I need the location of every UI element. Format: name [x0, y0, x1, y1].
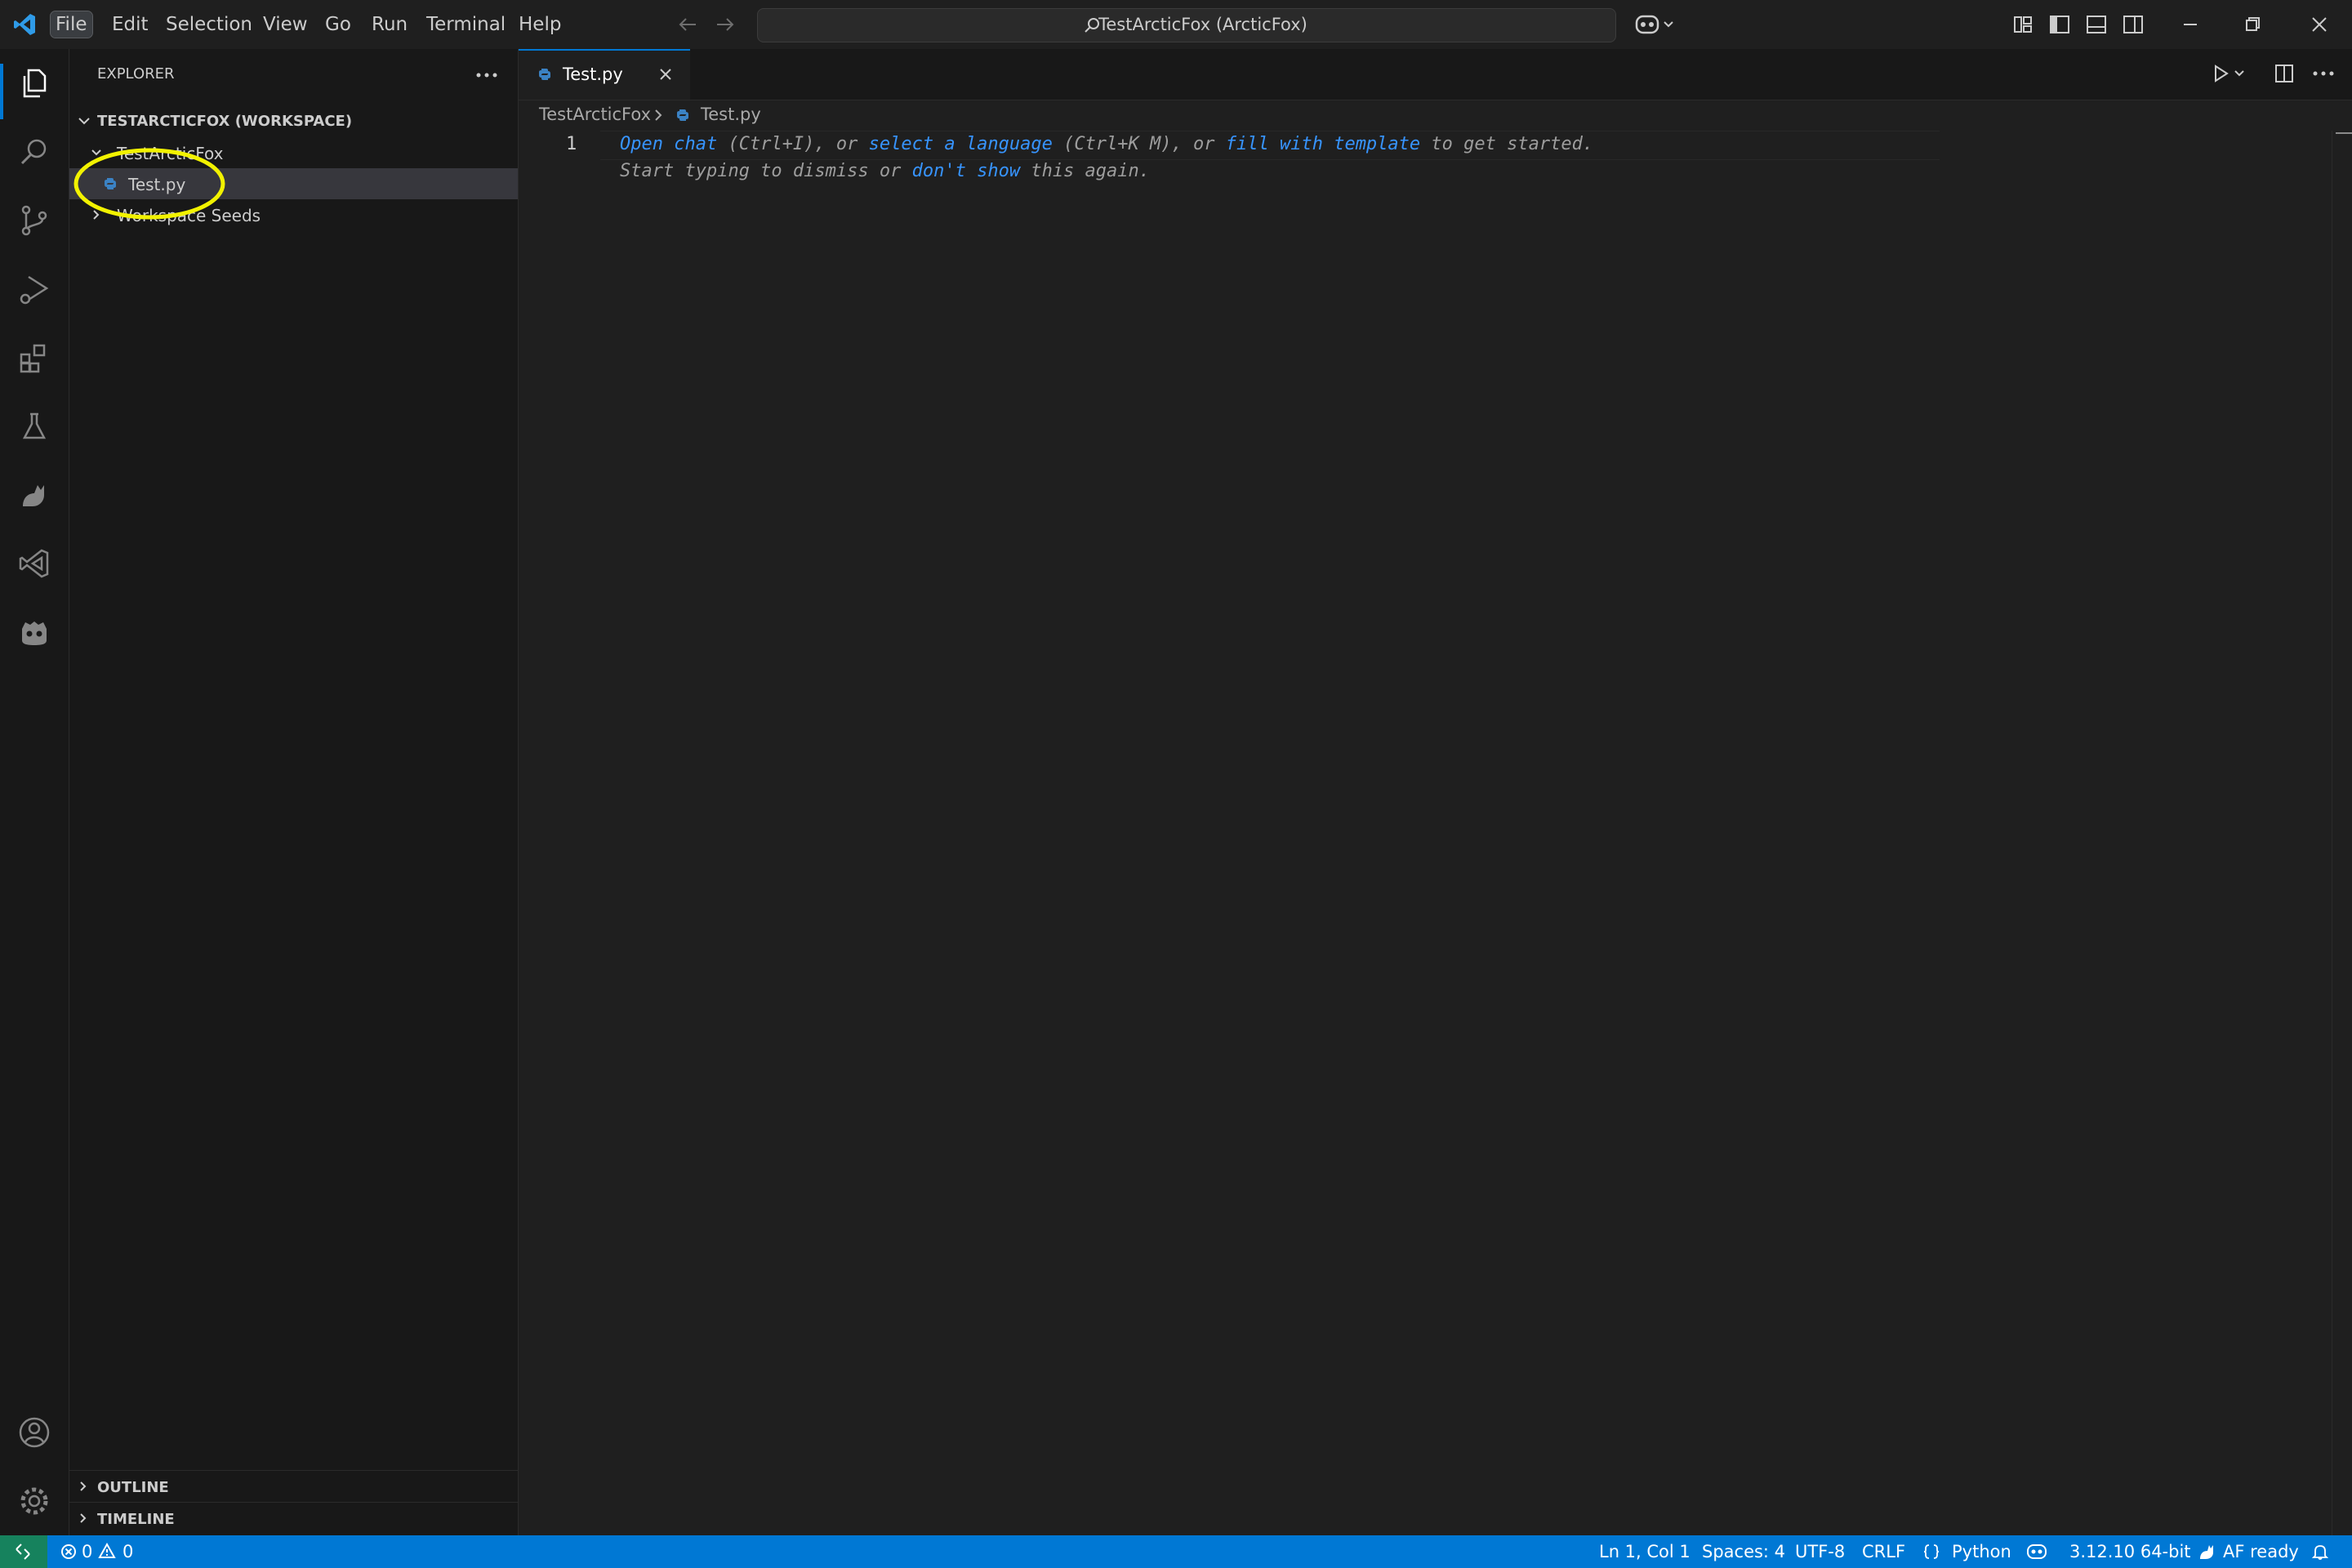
- menu-file[interactable]: File: [50, 11, 93, 38]
- title-bar: File Edit Selection View Go Run Terminal…: [0, 0, 2352, 50]
- split-editor-icon[interactable]: [2273, 62, 2296, 85]
- menu-go[interactable]: Go: [320, 11, 356, 38]
- hint-text: (Ctrl+K M), or: [1052, 134, 1226, 154]
- arcticfox-status-icon: [2200, 1545, 2213, 1559]
- run-and-debug-icon[interactable]: [15, 270, 54, 309]
- cursor-position[interactable]: Ln 1, Col 1: [1599, 1542, 1690, 1561]
- close-icon[interactable]: [657, 66, 674, 82]
- braces-icon: [1923, 1544, 1940, 1559]
- timeline-title: TIMELINE: [97, 1511, 175, 1528]
- copilot-status-icon[interactable]: [2025, 1542, 2048, 1561]
- warning-count: 0: [122, 1542, 134, 1561]
- toggle-primary-sidebar-icon[interactable]: [2045, 10, 2074, 39]
- hint-text: to get started.: [1420, 134, 1594, 154]
- hint-text: this again.: [1020, 161, 1151, 181]
- breadcrumb-folder[interactable]: TestArcticFox: [539, 105, 651, 124]
- activity-bar: [0, 49, 69, 1535]
- language-mode[interactable]: Python: [1952, 1542, 2011, 1561]
- godot-icon[interactable]: [15, 612, 54, 652]
- menu-terminal[interactable]: Terminal: [421, 11, 510, 38]
- empty-editor-hint-line1: Open chat (Ctrl+I), or select a language…: [620, 134, 1593, 154]
- hint-text: Start typing to dismiss or: [620, 161, 912, 181]
- explorer-sidebar: EXPLORER TESTARCTICFOX (WORKSPACE) TestA…: [69, 49, 519, 1535]
- explorer-title: EXPLORER: [97, 65, 175, 82]
- open-chat-link[interactable]: Open chat: [620, 134, 717, 154]
- line-ending[interactable]: CRLF: [1862, 1542, 1905, 1561]
- command-center-label: TestArcticFox (ArcticFox): [1098, 15, 1307, 34]
- warning-icon: [98, 1543, 116, 1558]
- menu-view[interactable]: View: [258, 11, 313, 38]
- menu-edit[interactable]: Edit: [107, 11, 154, 38]
- chevron-right-icon: [80, 1513, 87, 1523]
- highlight-circle-annotation: [74, 148, 225, 220]
- back-arrow-icon[interactable]: [676, 15, 699, 34]
- explorer-icon[interactable]: [15, 64, 54, 103]
- remote-icon: [16, 1544, 30, 1560]
- settings-gear-icon[interactable]: [15, 1481, 54, 1521]
- select-language-link[interactable]: select a language: [869, 134, 1053, 154]
- minimize-icon[interactable]: [2176, 10, 2205, 39]
- af-status[interactable]: AF ready: [2223, 1542, 2299, 1561]
- close-window-icon[interactable]: [2305, 10, 2334, 39]
- search-icon[interactable]: [15, 132, 54, 172]
- workspace-header[interactable]: TESTARCTICFOX (WORKSPACE): [69, 106, 518, 136]
- python-file-icon: [539, 69, 550, 80]
- extensions-icon[interactable]: [15, 338, 54, 377]
- breadcrumb-file[interactable]: Test.py: [701, 105, 761, 124]
- chevron-right-icon: [655, 109, 662, 121]
- cursor-position-marker: [2336, 132, 2352, 134]
- vscode-logo-icon: [14, 14, 35, 35]
- timeline-section-header[interactable]: TIMELINE: [69, 1502, 518, 1534]
- hint-text: (Ctrl+I), or: [717, 134, 869, 154]
- dont-show-link[interactable]: don't show: [912, 161, 1020, 181]
- command-center[interactable]: TestArcticFox (ArcticFox): [757, 8, 1616, 42]
- status-bar: 0 0 Ln 1, Col 1 Spaces: 4 UTF-8 CRLF Pyt…: [0, 1535, 2352, 1568]
- restore-icon[interactable]: [2238, 10, 2267, 39]
- customize-layout-icon[interactable]: [2008, 10, 2038, 39]
- arcticfox-icon[interactable]: [15, 475, 54, 514]
- editor-area[interactable]: 1 Open chat (Ctrl+I), or select a langua…: [519, 131, 2352, 1535]
- run-python-file-icon[interactable]: [2209, 62, 2250, 85]
- workspace-title: TESTARCTICFOX (WORKSPACE): [97, 113, 353, 130]
- encoding[interactable]: UTF-8: [1795, 1542, 1845, 1561]
- toggle-secondary-sidebar-icon[interactable]: [2118, 10, 2148, 39]
- active-view-indicator: [0, 64, 3, 119]
- source-control-icon[interactable]: [15, 201, 54, 240]
- tab-test-py[interactable]: Test.py: [519, 49, 690, 100]
- chevron-right-icon: [80, 1481, 87, 1491]
- more-actions-icon[interactable]: [2310, 67, 2336, 80]
- error-icon: [61, 1544, 76, 1559]
- fill-template-link[interactable]: fill with template: [1226, 134, 1420, 154]
- editor-scrollbar[interactable]: [2332, 131, 2352, 1535]
- tab-label: Test.py: [563, 65, 623, 84]
- account-icon[interactable]: [15, 1413, 54, 1452]
- error-count: 0: [82, 1542, 93, 1561]
- outline-title: OUTLINE: [97, 1479, 169, 1496]
- editor-tab-bar: Test.py: [519, 49, 2352, 100]
- problems-indicator[interactable]: 0 0: [57, 1535, 147, 1568]
- chevron-down-icon: [78, 118, 90, 125]
- python-file-icon: [677, 109, 688, 121]
- line-number: 1: [566, 134, 577, 154]
- copilot-icon[interactable]: [1633, 11, 1679, 38]
- menu-help[interactable]: Help: [514, 11, 566, 38]
- forward-arrow-icon[interactable]: [714, 15, 737, 34]
- toggle-panel-icon[interactable]: [2082, 10, 2111, 39]
- visual-studio-icon[interactable]: [15, 544, 54, 583]
- menu-run[interactable]: Run: [367, 11, 412, 38]
- remote-indicator[interactable]: [0, 1535, 47, 1568]
- outline-section-header[interactable]: OUTLINE: [69, 1470, 518, 1502]
- testing-flask-icon[interactable]: [15, 407, 54, 446]
- empty-editor-hint-line2: Start typing to dismiss or don't show th…: [620, 161, 1150, 181]
- indentation[interactable]: Spaces: 4: [1702, 1542, 1785, 1561]
- menu-selection[interactable]: Selection: [161, 11, 257, 38]
- notifications-bell-icon[interactable]: [2311, 1543, 2329, 1561]
- python-interpreter[interactable]: 3.12.10 64-bit: [2069, 1542, 2191, 1561]
- more-actions-icon[interactable]: [474, 69, 500, 82]
